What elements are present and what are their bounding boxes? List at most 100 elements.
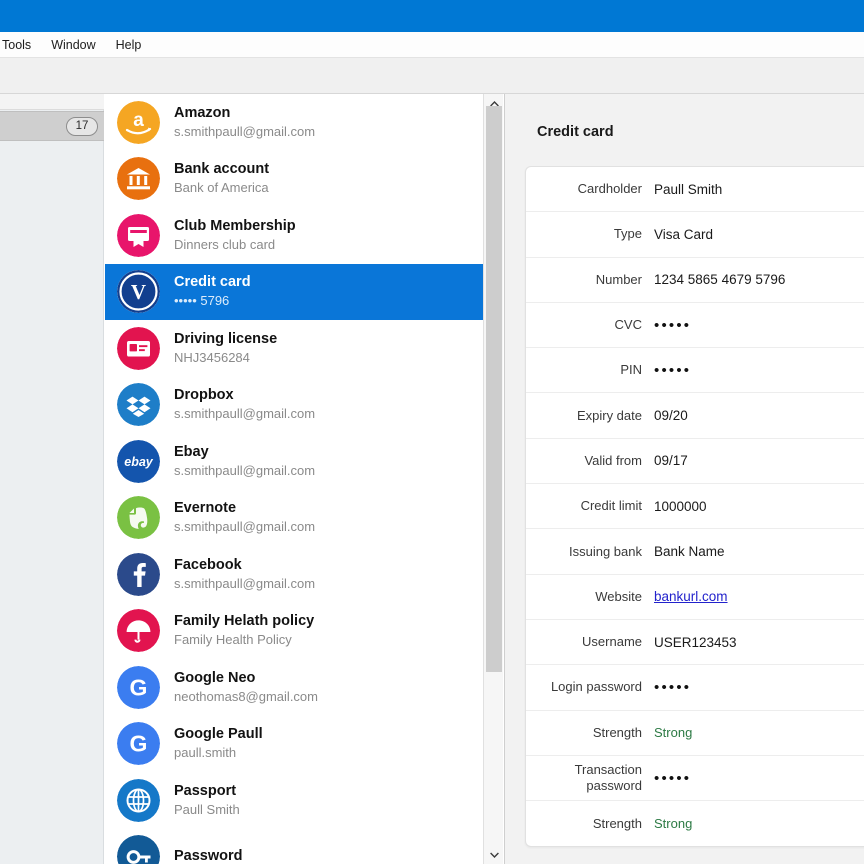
detail-field-label: Website (526, 589, 654, 605)
globe-icon (117, 779, 160, 822)
detail-title: Credit card (537, 124, 614, 140)
menu-help[interactable]: Help (106, 34, 152, 56)
masked-value: ••••• (654, 770, 701, 787)
list-item[interactable]: Club MembershipDinners club card (105, 207, 485, 264)
chevron-down-icon (490, 852, 499, 858)
list-item[interactable]: G Google Neoneothomas8@gmail.com (105, 659, 485, 716)
detail-field-label: Strength (526, 816, 654, 832)
list-item-title: Google Neo (174, 670, 318, 687)
detail-field-label: Cardholder (526, 181, 654, 197)
detail-field-label: Username (526, 634, 654, 650)
list-item-subtitle: NHJ3456284 (174, 349, 277, 366)
list-item[interactable]: Driving licenseNHJ3456284 (105, 320, 485, 377)
list-scrollbar[interactable] (483, 94, 503, 864)
masked-value: ••••• (654, 679, 701, 696)
title-bar (0, 0, 864, 32)
detail-field-label: Valid from (526, 453, 654, 469)
list-item-text: Dropboxs.smithpaull@gmail.com (174, 387, 315, 422)
item-list-pane[interactable]: aAmazons.smithpaull@gmail.comBank accoun… (105, 94, 503, 864)
detail-field-row: CardholderPaull Smith (526, 167, 864, 212)
umbrella-icon (117, 609, 160, 652)
detail-field-label: Transaction password (526, 762, 654, 794)
list-item-subtitle: s.smithpaull@gmail.com (174, 123, 315, 140)
list-item-title: Ebay (174, 444, 315, 461)
detail-field-row: StrengthStrong (526, 711, 864, 756)
google-icon: G (117, 722, 160, 765)
detail-field-label: Login password (526, 679, 654, 695)
list-item-subtitle: paull.smith (174, 744, 263, 761)
toolbar-strip (0, 58, 864, 94)
list-item[interactable]: G Google Paullpaull.smith (105, 716, 485, 773)
list-item-text: Driving licenseNHJ3456284 (174, 331, 277, 366)
detail-field-label: Number (526, 272, 654, 288)
list-item-text: Ebays.smithpaull@gmail.com (174, 444, 315, 479)
list-item-text: Credit card••••• 5796 (174, 274, 251, 309)
rail-header (0, 94, 104, 110)
detail-field-row: Websitebankurl.com (526, 575, 864, 620)
list-item-text: Evernotes.smithpaull@gmail.com (174, 500, 315, 535)
list-item-title: Facebook (174, 557, 315, 574)
detail-field-value: USER123453 (654, 634, 747, 651)
list-item-title: Driving license (174, 331, 277, 348)
list-item-text: Amazons.smithpaull@gmail.com (174, 105, 315, 140)
list-item[interactable]: ebayEbays.smithpaull@gmail.com (105, 433, 485, 490)
list-item[interactable]: PassportPaull Smith (105, 772, 485, 829)
evernote-icon (117, 496, 160, 539)
list-item-text: Facebooks.smithpaull@gmail.com (174, 557, 315, 592)
detail-field-row: PIN••••• (526, 348, 864, 393)
list-item-text: Google Paullpaull.smith (174, 726, 263, 761)
amazon-icon: a (117, 101, 160, 144)
list-item[interactable]: V Credit card••••• 5796 (105, 264, 485, 321)
list-item-subtitle: s.smithpaull@gmail.com (174, 518, 315, 535)
list-item-subtitle: Dinners club card (174, 236, 296, 253)
list-item-subtitle: s.smithpaull@gmail.com (174, 462, 315, 479)
membership-card-icon (117, 214, 160, 257)
list-item-title: Dropbox (174, 387, 315, 404)
list-item[interactable]: Dropboxs.smithpaull@gmail.com (105, 377, 485, 434)
svg-text:a: a (133, 110, 144, 131)
detail-field-value: 1234 5865 4679 5796 (654, 271, 795, 288)
list-item[interactable]: Bank accountBank of America (105, 151, 485, 208)
list-item-title: Credit card (174, 274, 251, 291)
list-item-text: Password (174, 848, 243, 864)
svg-text:G: G (130, 731, 148, 757)
detail-field-label: Expiry date (526, 408, 654, 424)
detail-field-row: Valid from09/17 (526, 439, 864, 484)
list-item[interactable]: Password (105, 829, 485, 864)
category-count-badge: 17 (66, 117, 98, 136)
left-rail: 17 (0, 94, 104, 864)
detail-field-link[interactable]: bankurl.com (654, 588, 738, 605)
id-card-icon (117, 327, 160, 370)
list-item-title: Password (174, 848, 243, 864)
list-item-title: Amazon (174, 105, 315, 122)
menu-window[interactable]: Window (41, 34, 105, 56)
list-item[interactable]: Evernotes.smithpaull@gmail.com (105, 490, 485, 547)
detail-field-value: 1000000 (654, 498, 717, 515)
detail-field-value: Bank Name (654, 543, 735, 560)
list-item-title: Club Membership (174, 218, 296, 235)
list-item-text: Google Neoneothomas8@gmail.com (174, 670, 318, 705)
list-item-text: Family Helath policyFamily Health Policy (174, 613, 314, 648)
scroll-down-button[interactable] (484, 845, 504, 864)
list-item-subtitle: Paull Smith (174, 801, 240, 818)
list-item-text: PassportPaull Smith (174, 783, 240, 818)
detail-field-value: 09/20 (654, 407, 698, 424)
list-item[interactable]: a Amazons.smithpaull@gmail.com (105, 94, 485, 151)
list-item[interactable]: Family Helath policyFamily Health Policy (105, 603, 485, 660)
list-item-subtitle: Family Health Policy (174, 631, 314, 648)
rail-selected-category[interactable]: 17 (0, 111, 104, 141)
detail-field-row: Number1234 5865 4679 5796 (526, 258, 864, 303)
svg-text:G: G (130, 674, 148, 700)
google-icon: G (117, 666, 160, 709)
detail-field-row: Login password••••• (526, 665, 864, 710)
detail-field-value: Strong (654, 815, 702, 832)
list-item[interactable]: Facebooks.smithpaull@gmail.com (105, 546, 485, 603)
detail-field-value: Visa Card (654, 226, 723, 243)
visa-card-icon: V (117, 270, 160, 313)
scroll-thumb[interactable] (486, 106, 502, 672)
detail-field-row: StrengthStrong (526, 801, 864, 846)
detail-field-row: Expiry date09/20 (526, 393, 864, 438)
dropbox-icon (117, 383, 160, 426)
detail-field-value: Paull Smith (654, 181, 732, 198)
menu-tools[interactable]: Tools (0, 34, 41, 56)
